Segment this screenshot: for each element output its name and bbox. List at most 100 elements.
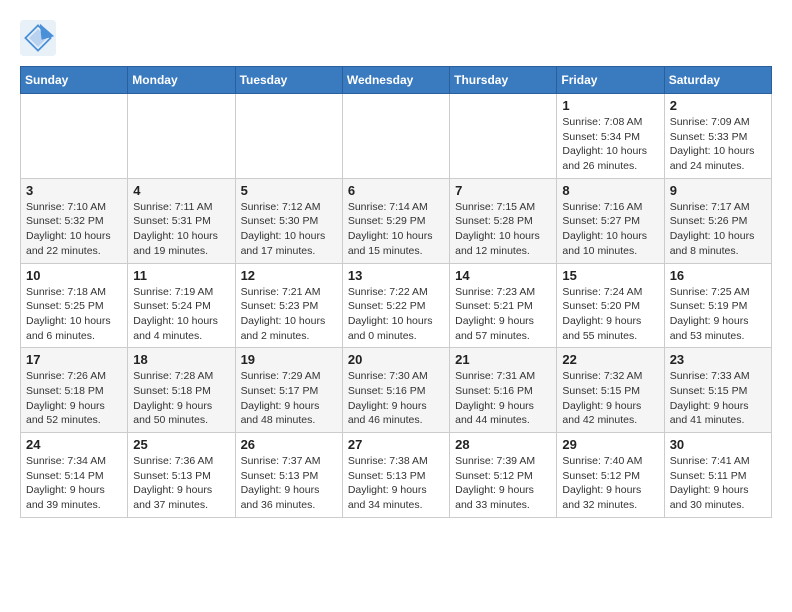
day-number: 24 [26,437,122,452]
day-number: 7 [455,183,551,198]
weekday-header-thursday: Thursday [450,67,557,94]
weekday-header-monday: Monday [128,67,235,94]
calendar-cell: 10Sunrise: 7:18 AMSunset: 5:25 PMDayligh… [21,263,128,348]
day-info: Sunrise: 7:26 AMSunset: 5:18 PMDaylight:… [26,369,122,428]
calendar-cell: 30 Sunrise: 7:41 AMSunset: 5:11 PMDayligh… [664,433,771,518]
day-info: Sunrise: 7:39 AMSunset: 5:12 PMDaylight:… [455,454,551,513]
day-number: 15 [562,268,658,283]
weekday-header-wednesday: Wednesday [342,67,449,94]
day-number: 25 [133,437,229,452]
day-number: 20 [348,352,444,367]
day-number: 10 [26,268,122,283]
calendar-cell [235,94,342,179]
calendar-cell: 3 Sunrise: 7:10 AMSunset: 5:32 PMDaylight… [21,178,128,263]
logo [20,20,62,56]
day-info: Sunrise: 7:41 AMSunset: 5:11 PMDaylight:… [670,454,766,513]
calendar-cell: 23 Sunrise: 7:33 AMSunset: 5:15 PMDayligh… [664,348,771,433]
calendar-cell: 26 Sunrise: 7:37 AMSunset: 5:13 PMDayligh… [235,433,342,518]
day-number: 27 [348,437,444,452]
day-number: 14 [455,268,551,283]
day-number: 18 [133,352,229,367]
day-info: Sunrise: 7:38 AMSunset: 5:13 PMDaylight:… [348,454,444,513]
day-info: Sunrise: 7:25 AMSunset: 5:19 PMDaylight:… [670,285,766,344]
week-row-1: 3 Sunrise: 7:10 AMSunset: 5:32 PMDaylight… [21,178,772,263]
day-number: 1 [562,98,658,113]
weekday-header-tuesday: Tuesday [235,67,342,94]
day-number: 26 [241,437,337,452]
day-number: 17 [26,352,122,367]
day-info: Sunrise: 7:08 AMSunset: 5:34 PMDaylight:… [562,115,658,174]
calendar-cell: 9 Sunrise: 7:17 AMSunset: 5:26 PMDaylight… [664,178,771,263]
week-row-4: 24Sunrise: 7:34 AMSunset: 5:14 PMDayligh… [21,433,772,518]
calendar-cell: 16 Sunrise: 7:25 AMSunset: 5:19 PMDayligh… [664,263,771,348]
calendar-table: SundayMondayTuesdayWednesdayThursdayFrid… [20,66,772,518]
day-info: Sunrise: 7:19 AMSunset: 5:24 PMDaylight:… [133,285,229,344]
day-number: 16 [670,268,766,283]
day-info: Sunrise: 7:33 AMSunset: 5:15 PMDaylight:… [670,369,766,428]
calendar-cell [342,94,449,179]
day-number: 11 [133,268,229,283]
day-number: 5 [241,183,337,198]
day-number: 21 [455,352,551,367]
day-number: 9 [670,183,766,198]
calendar-cell: 15Sunrise: 7:24 AMSunset: 5:20 PMDayligh… [557,263,664,348]
day-number: 19 [241,352,337,367]
day-info: Sunrise: 7:21 AMSunset: 5:23 PMDaylight:… [241,285,337,344]
calendar-cell [450,94,557,179]
day-info: Sunrise: 7:14 AMSunset: 5:29 PMDaylight:… [348,200,444,259]
day-number: 2 [670,98,766,113]
day-number: 8 [562,183,658,198]
day-number: 6 [348,183,444,198]
weekday-header-sunday: Sunday [21,67,128,94]
calendar-cell: 18 Sunrise: 7:28 AMSunset: 5:18 PMDayligh… [128,348,235,433]
logo-icon [20,20,56,56]
day-info: Sunrise: 7:09 AMSunset: 5:33 PMDaylight:… [670,115,766,174]
calendar-body: 1 Sunrise: 7:08 AMSunset: 5:34 PMDaylight… [21,94,772,518]
calendar-cell: 5 Sunrise: 7:12 AMSunset: 5:30 PMDaylight… [235,178,342,263]
calendar-cell: 21 Sunrise: 7:31 AMSunset: 5:16 PMDayligh… [450,348,557,433]
weekday-header-saturday: Saturday [664,67,771,94]
calendar-cell: 2 Sunrise: 7:09 AMSunset: 5:33 PMDaylight… [664,94,771,179]
calendar-cell: 7 Sunrise: 7:15 AMSunset: 5:28 PMDaylight… [450,178,557,263]
day-number: 22 [562,352,658,367]
day-info: Sunrise: 7:29 AMSunset: 5:17 PMDaylight:… [241,369,337,428]
day-info: Sunrise: 7:11 AMSunset: 5:31 PMDaylight:… [133,200,229,259]
day-info: Sunrise: 7:22 AMSunset: 5:22 PMDaylight:… [348,285,444,344]
calendar-cell: 25 Sunrise: 7:36 AMSunset: 5:13 PMDayligh… [128,433,235,518]
calendar-cell: 8 Sunrise: 7:16 AMSunset: 5:27 PMDaylight… [557,178,664,263]
day-info: Sunrise: 7:40 AMSunset: 5:12 PMDaylight:… [562,454,658,513]
week-row-3: 17 Sunrise: 7:26 AMSunset: 5:18 PMDayligh… [21,348,772,433]
day-info: Sunrise: 7:12 AMSunset: 5:30 PMDaylight:… [241,200,337,259]
day-number: 13 [348,268,444,283]
day-number: 23 [670,352,766,367]
calendar-cell: 17 Sunrise: 7:26 AMSunset: 5:18 PMDayligh… [21,348,128,433]
calendar-cell: 14Sunrise: 7:23 AMSunset: 5:21 PMDayligh… [450,263,557,348]
day-info: Sunrise: 7:32 AMSunset: 5:15 PMDaylight:… [562,369,658,428]
calendar-cell: 27 Sunrise: 7:38 AMSunset: 5:13 PMDayligh… [342,433,449,518]
calendar-cell: 20Sunrise: 7:30 AMSunset: 5:16 PMDayligh… [342,348,449,433]
weekday-header-friday: Friday [557,67,664,94]
calendar-cell: 11 Sunrise: 7:19 AMSunset: 5:24 PMDayligh… [128,263,235,348]
calendar-cell: 22 Sunrise: 7:32 AMSunset: 5:15 PMDayligh… [557,348,664,433]
day-info: Sunrise: 7:10 AMSunset: 5:32 PMDaylight:… [26,200,122,259]
day-info: Sunrise: 7:28 AMSunset: 5:18 PMDaylight:… [133,369,229,428]
day-number: 30 [670,437,766,452]
day-info: Sunrise: 7:36 AMSunset: 5:13 PMDaylight:… [133,454,229,513]
weekday-header-row: SundayMondayTuesdayWednesdayThursdayFrid… [21,67,772,94]
day-info: Sunrise: 7:17 AMSunset: 5:26 PMDaylight:… [670,200,766,259]
calendar-cell: 4Sunrise: 7:11 AMSunset: 5:31 PMDaylight… [128,178,235,263]
week-row-2: 10Sunrise: 7:18 AMSunset: 5:25 PMDayligh… [21,263,772,348]
day-info: Sunrise: 7:15 AMSunset: 5:28 PMDaylight:… [455,200,551,259]
calendar-cell: 29 Sunrise: 7:40 AMSunset: 5:12 PMDayligh… [557,433,664,518]
day-number: 29 [562,437,658,452]
day-info: Sunrise: 7:16 AMSunset: 5:27 PMDaylight:… [562,200,658,259]
calendar-cell: 19 Sunrise: 7:29 AMSunset: 5:17 PMDayligh… [235,348,342,433]
calendar-cell: 28 Sunrise: 7:39 AMSunset: 5:12 PMDayligh… [450,433,557,518]
day-number: 28 [455,437,551,452]
day-info: Sunrise: 7:31 AMSunset: 5:16 PMDaylight:… [455,369,551,428]
page-header [20,20,772,56]
calendar-cell: 13 Sunrise: 7:22 AMSunset: 5:22 PMDayligh… [342,263,449,348]
calendar-cell: 6 Sunrise: 7:14 AMSunset: 5:29 PMDaylight… [342,178,449,263]
day-info: Sunrise: 7:37 AMSunset: 5:13 PMDaylight:… [241,454,337,513]
day-number: 3 [26,183,122,198]
